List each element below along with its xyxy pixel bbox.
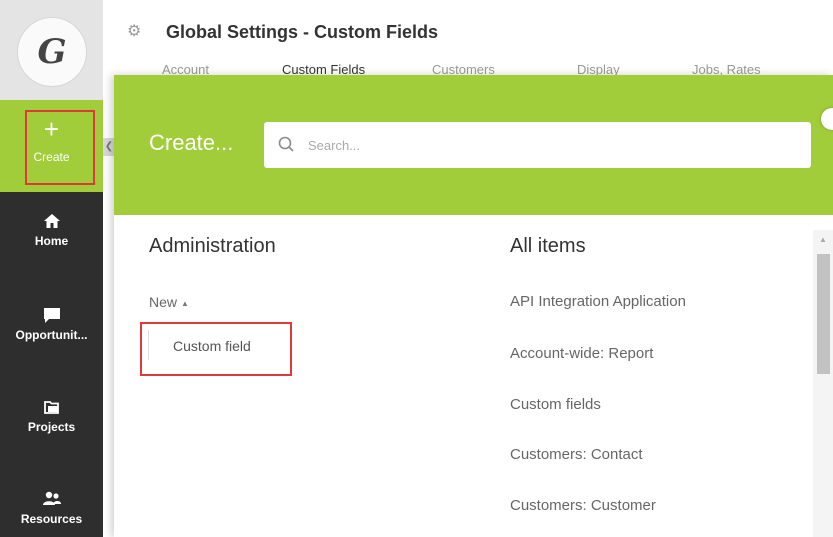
sidebar-item-label: Home [34,234,69,248]
scrollbar[interactable]: ▲ [813,230,833,537]
custom-field-highlight-box [140,322,292,376]
scroll-thumb[interactable] [817,254,830,374]
page-title: Global Settings - Custom Fields [166,22,439,42]
sidebar-item-label: Projects [27,420,76,434]
app-logo[interactable]: G [17,17,87,87]
create-highlight-box [25,110,95,185]
search-input[interactable] [306,130,786,160]
modal-title: Create... [149,130,234,155]
tab-display[interactable]: Display [577,62,620,76]
tab-customers[interactable]: Customers [432,62,495,76]
create-modal: Create... Administration New▲ Custom fie… [114,75,833,537]
sidebar-item-projects[interactable]: Projects [0,398,103,434]
list-item[interactable]: Customers: Customer [510,497,656,514]
administration-heading: Administration [149,235,276,257]
left-sidebar: G + Create Home Opportunit... Projects R… [0,0,103,537]
sidebar-item-home[interactable]: Home [0,212,103,248]
list-item[interactable]: Account-wide: Report [510,345,653,362]
settings-tabs: Account Custom Fields Customers Display … [150,62,833,76]
scroll-up-icon[interactable]: ▲ [813,234,833,246]
caret-up-icon: ▲ [181,298,189,308]
sidebar-item-label: Opportunit... [15,328,88,342]
new-dropdown-toggle[interactable]: New ▲ [149,294,189,310]
tab-account[interactable]: Account [162,62,209,76]
people-icon [42,491,61,505]
tab-jobs-rates[interactable]: Jobs, Rates [692,62,761,76]
sidebar-item-label: Resources [20,512,83,526]
modal-header: Create... [114,75,833,215]
tab-custom-fields[interactable]: Custom Fields [282,62,365,76]
logo-area: G [0,0,103,100]
search-box[interactable] [264,122,811,168]
sidebar-item-resources[interactable]: Resources [0,490,103,526]
list-item[interactable]: API Integration Application [510,293,686,310]
sidebar-item-opportunities[interactable]: Opportunit... [0,306,103,342]
all-items-heading: All items [510,235,586,257]
list-item[interactable]: Custom fields [510,396,601,413]
new-label: New [149,294,178,310]
gear-icon: ⚙ [127,23,142,40]
search-icon [278,136,294,152]
projects-folder-icon [43,401,59,414]
home-icon [43,214,60,228]
list-item[interactable]: Customers: Contact [510,446,643,463]
chat-bubble-icon [43,308,60,323]
